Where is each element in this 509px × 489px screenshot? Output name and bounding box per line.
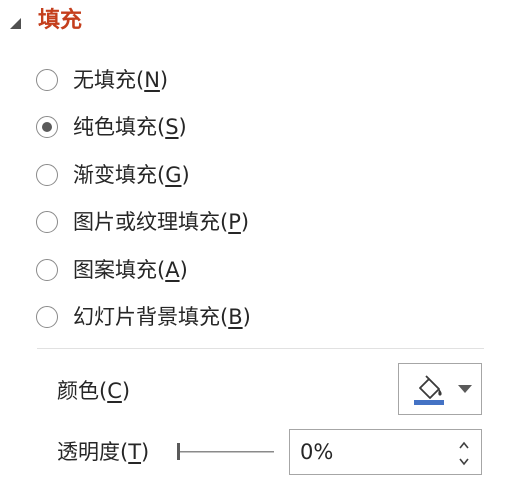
radio-solid-fill[interactable]: 纯色填充(S) [36,104,456,152]
chevron-down-icon[interactable] [456,454,472,470]
transparency-slider[interactable] [175,440,275,464]
accelerator-key: C [107,379,122,403]
radio-no-fill[interactable]: 无填充(N) [36,56,456,104]
section-title: 填充 [38,8,83,33]
radio-label: 纯色填充(S) [73,115,187,140]
accelerator-key: S [165,115,179,140]
accelerator-key: T [128,440,142,464]
accelerator-key: G [165,162,182,187]
section-divider [37,348,484,349]
radio-button[interactable] [36,68,58,91]
transparency-label: 透明度(T) [57,440,150,464]
slider-track [177,451,274,453]
accelerator-key: A [165,257,180,282]
radio-gradient-fill[interactable]: 渐变填充(G) [36,151,456,199]
slider-thumb[interactable] [177,443,180,460]
radio-label: 图片或纹理填充(P) [73,210,250,235]
radio-label: 幻灯片背景填充(B) [73,305,251,330]
radio-button-checked[interactable] [36,116,58,139]
radio-button[interactable] [36,258,58,281]
fill-type-radio-group: 无填充(N) 纯色填充(S) 渐变填充(G) 图片或纹理填充(P) 图案填充(A… [36,56,456,341]
radio-button[interactable] [36,211,58,234]
color-swatch [414,400,444,405]
transparency-input[interactable] [300,436,440,468]
color-label: 颜色(C) [57,379,131,403]
fill-section-header[interactable]: 填充 [0,0,509,44]
radio-picture-texture-fill[interactable]: 图片或纹理填充(P) [36,199,456,247]
radio-label: 无填充(N) [73,67,169,92]
paint-bucket-icon [414,375,444,405]
radio-label: 渐变填充(G) [73,162,190,187]
transparency-spin-box[interactable] [289,429,482,475]
radio-label: 图案填充(A) [73,257,188,282]
fill-color-picker-button[interactable] [398,363,482,415]
radio-pattern-fill[interactable]: 图案填充(A) [36,246,456,294]
radio-slide-background-fill[interactable]: 幻灯片背景填充(B) [36,294,456,342]
accelerator-key: P [228,210,241,235]
accelerator-key: B [228,305,243,330]
triangle-collapse-icon[interactable] [9,17,22,30]
accelerator-key: N [144,67,160,92]
format-fill-panel: 填充 无填充(N) 纯色填充(S) 渐变填充(G) 图片或纹理填充(P) 图案填… [0,0,509,489]
radio-button[interactable] [36,163,58,186]
dropdown-arrow-icon [458,385,472,393]
radio-button[interactable] [36,306,58,329]
chevron-up-icon[interactable] [456,437,472,453]
